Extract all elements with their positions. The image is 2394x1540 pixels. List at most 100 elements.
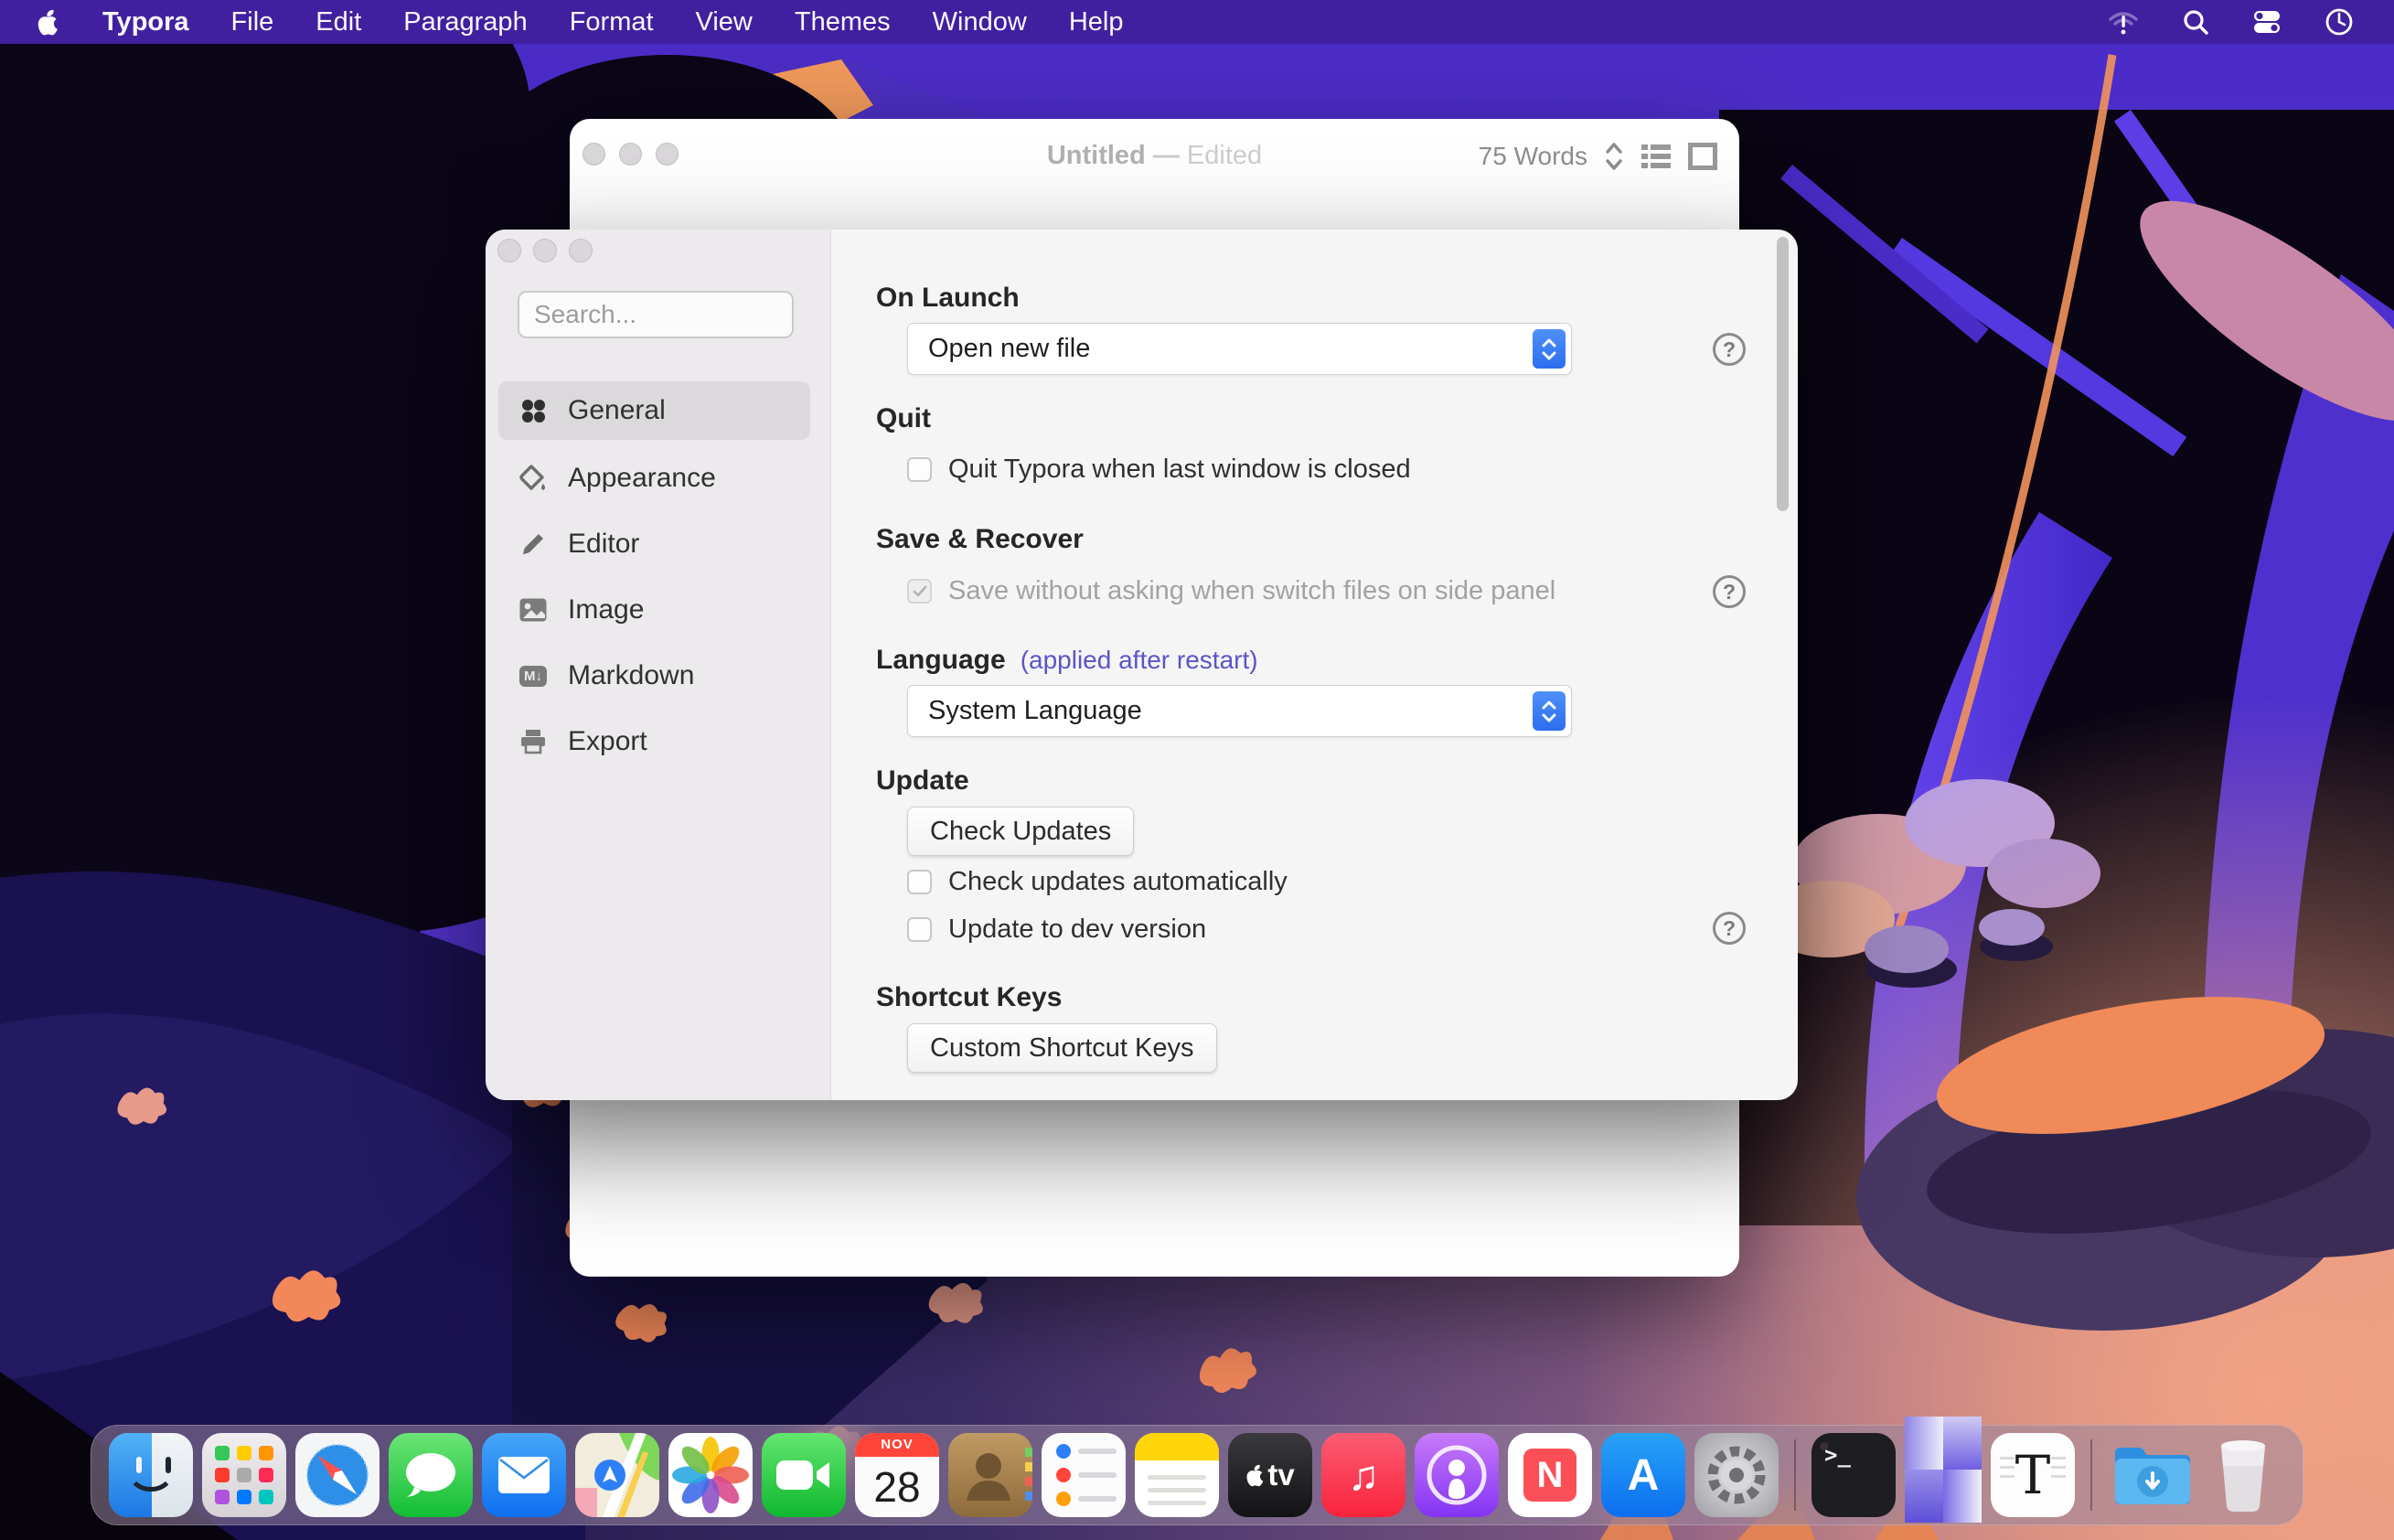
dock-icon-contacts[interactable] <box>948 1433 1032 1517</box>
downloads-folder-icon <box>2108 1433 2192 1517</box>
save-recover-help-icon[interactable]: ? <box>1713 575 1746 608</box>
sidebar-item-general[interactable]: General <box>498 381 810 440</box>
dock-icon-messages[interactable] <box>389 1433 473 1517</box>
menu-item-help[interactable]: Help <box>1069 7 1124 37</box>
language-heading: Language(applied after restart) <box>876 645 1258 676</box>
preferences-window: General Appearance Editor Image <box>486 230 1798 1100</box>
calendar-day: 28 <box>855 1457 939 1517</box>
dock-icon-app-window[interactable] <box>1905 1417 1982 1523</box>
wifi-alert-icon[interactable] <box>2107 8 2140 36</box>
dock-icon-appstore[interactable]: A <box>1601 1433 1685 1517</box>
trash-icon <box>2201 1433 2285 1517</box>
typora-letter: T <box>2015 1444 2051 1506</box>
sidebar-item-markdown[interactable]: M↓ Markdown <box>498 647 810 705</box>
sidebar-item-appearance[interactable]: Appearance <box>498 449 810 508</box>
save-recover-checkbox-row: Save without asking when switch files on… <box>907 576 1555 606</box>
dock-icon-typora[interactable]: T <box>1991 1433 2075 1517</box>
markdown-icon: M↓ <box>518 661 548 690</box>
save-recover-checkbox <box>907 579 932 604</box>
menu-item-file[interactable]: File <box>231 7 274 37</box>
dock-icon-facetime[interactable] <box>762 1433 846 1517</box>
menu-app-name[interactable]: Typora <box>102 7 189 37</box>
outline-list-icon[interactable] <box>1641 143 1672 170</box>
calendar-month: NOV <box>855 1433 939 1457</box>
language-dropdown[interactable]: System Language <box>907 685 1572 737</box>
scrollbar-thumb[interactable] <box>1777 237 1789 511</box>
check-icon <box>913 585 927 598</box>
dock-icon-calendar[interactable]: NOV 28 <box>855 1433 939 1517</box>
dock-icon-terminal[interactable]: >_ <box>1812 1433 1896 1517</box>
dock-icon-system-settings[interactable] <box>1694 1433 1779 1517</box>
save-recover-heading: Save & Recover <box>876 524 1084 555</box>
clock-icon[interactable] <box>2325 7 2354 37</box>
minimize-button[interactable] <box>533 239 557 262</box>
menu-item-window[interactable]: Window <box>933 7 1027 37</box>
dock-icon-podcasts[interactable] <box>1415 1433 1499 1517</box>
dock-icon-trash[interactable] <box>2201 1433 2285 1517</box>
dock-icon-tv[interactable]: tv <box>1228 1433 1312 1517</box>
quit-checkbox-row: Quit Typora when last window is closed <box>907 455 1411 485</box>
on-launch-dropdown[interactable]: Open new file <box>907 323 1572 375</box>
appstore-letter: A <box>1628 1450 1660 1501</box>
dropdown-stepper-icon <box>1533 691 1566 731</box>
dock-separator <box>2090 1439 2092 1511</box>
dev-update-checkbox-row: Update to dev version <box>907 914 1206 945</box>
preferences-pane: On Launch Open new file ? Quit Quit Typo… <box>832 230 1798 1100</box>
dev-update-help-icon[interactable]: ? <box>1713 912 1746 945</box>
check-updates-button[interactable]: Check Updates <box>907 807 1134 856</box>
paint-bucket-icon <box>518 464 548 493</box>
dock-icon-downloads[interactable] <box>2108 1433 2192 1517</box>
sidebar-item-export[interactable]: Export <box>498 712 810 771</box>
dock-icon-finder[interactable] <box>109 1433 193 1517</box>
sidebar-item-editor[interactable]: Editor <box>498 515 810 573</box>
update-heading: Update <box>876 765 969 797</box>
on-launch-help-icon[interactable]: ? <box>1713 333 1746 366</box>
auto-update-checkbox-row: Check updates automatically <box>907 867 1288 897</box>
pencil-icon <box>518 529 548 559</box>
running-indicator <box>1821 1442 1829 1450</box>
dropdown-stepper-icon <box>1533 329 1566 369</box>
apple-logo-icon[interactable] <box>37 8 60 36</box>
dock-icon-news[interactable]: N <box>1508 1433 1592 1517</box>
preferences-sidebar: General Appearance Editor Image <box>486 230 831 1100</box>
dock-icon-mail[interactable] <box>482 1433 566 1517</box>
gear-icon <box>1694 1433 1779 1517</box>
dock-icon-maps[interactable] <box>575 1433 659 1517</box>
menu-bar: Typora File Edit Paragraph Format View T… <box>0 0 2394 44</box>
custom-shortcut-keys-button[interactable]: Custom Shortcut Keys <box>907 1023 1217 1073</box>
menu-item-edit[interactable]: Edit <box>315 7 361 37</box>
menu-item-themes[interactable]: Themes <box>795 7 891 37</box>
dock-icon-photos[interactable] <box>668 1433 753 1517</box>
desktop: Untitled — Edited 75 Words <box>0 0 2394 1540</box>
menu-item-view[interactable]: View <box>696 7 753 37</box>
on-launch-heading: On Launch <box>876 283 1020 314</box>
music-note-icon: ♫ <box>1348 1450 1380 1500</box>
auto-update-checkbox[interactable] <box>907 870 932 894</box>
dock-separator <box>1794 1439 1796 1511</box>
quit-checkbox[interactable] <box>907 457 932 482</box>
sidebar-item-image[interactable]: Image <box>498 581 810 639</box>
search-input[interactable] <box>518 291 794 338</box>
spotlight-search-icon[interactable] <box>2182 8 2209 36</box>
dock-icon-notes[interactable] <box>1135 1433 1219 1517</box>
shortcut-keys-heading: Shortcut Keys <box>876 982 1062 1013</box>
dev-update-checkbox[interactable] <box>907 917 932 942</box>
zoom-button[interactable] <box>569 239 593 262</box>
word-count-chevron-icon[interactable] <box>1604 141 1624 172</box>
sidebar-toggle-icon[interactable] <box>1688 143 1717 170</box>
quit-heading: Quit <box>876 403 931 434</box>
dock-icon-music[interactable]: ♫ <box>1321 1433 1405 1517</box>
dock-icon-launchpad[interactable] <box>202 1433 286 1517</box>
tv-label: tv <box>1267 1458 1294 1492</box>
dock-icon-safari[interactable] <box>295 1433 379 1517</box>
menu-item-paragraph[interactable]: Paragraph <box>403 7 527 37</box>
news-letter: N <box>1523 1449 1576 1502</box>
control-center-icon[interactable] <box>2251 9 2282 35</box>
dock-icon-reminders[interactable] <box>1042 1433 1126 1517</box>
printer-icon <box>518 727 548 756</box>
menu-item-format[interactable]: Format <box>570 7 654 37</box>
general-icon <box>518 396 548 425</box>
image-icon <box>518 595 548 625</box>
close-button[interactable] <box>497 239 521 262</box>
word-count[interactable]: 75 Words <box>1479 142 1587 171</box>
